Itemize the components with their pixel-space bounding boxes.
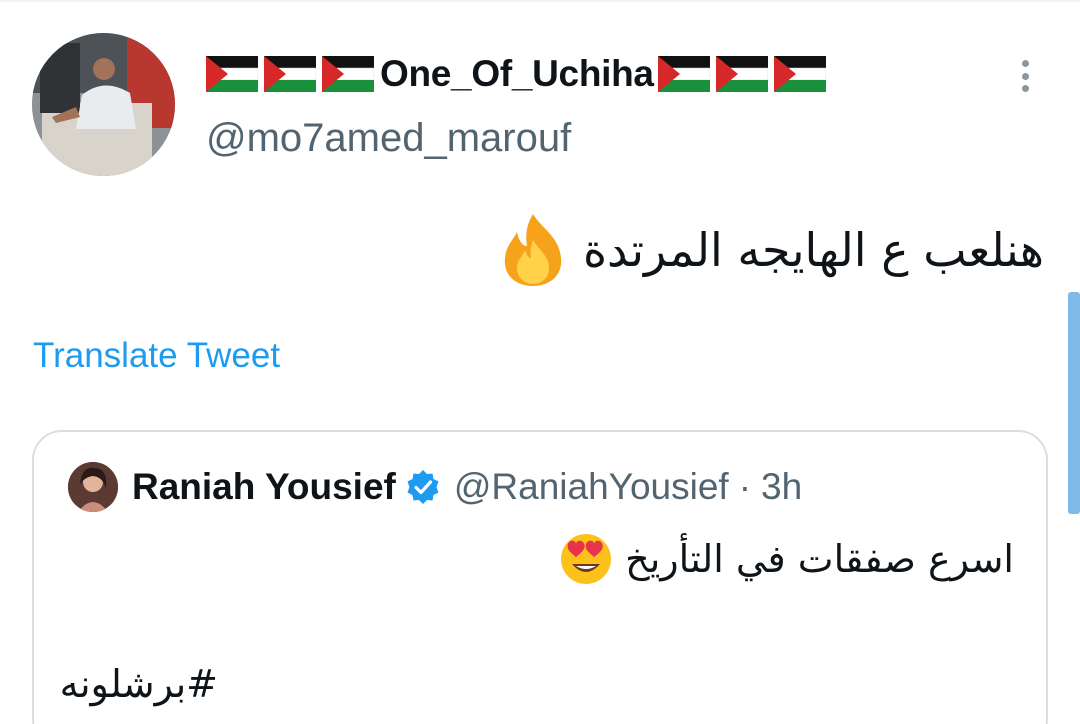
quoted-tweet-timestamp[interactable]: 3h [761,466,802,508]
dot [1021,72,1029,80]
palestine-flag-icon [264,56,316,92]
palestine-flag-icon [715,56,768,92]
author-avatar[interactable] [32,33,175,176]
more-vertical-icon[interactable] [1013,56,1037,96]
author-display-name[interactable]: One_Of_Uchiha [206,52,832,96]
author-handle[interactable]: @mo7amed_marouf [206,116,571,161]
quoted-author-name[interactable]: Raniah Yousief [132,466,396,508]
translate-tweet-link[interactable]: Translate Tweet [33,336,280,376]
quoted-tweet-text: اسرع صفقات في التأريخ [559,532,1014,586]
quoted-author-avatar[interactable] [68,462,118,512]
header-separator: · [738,466,752,507]
quoted-author-handle[interactable]: @RaniahYousief [454,466,729,508]
palestine-flag-icon [773,56,826,92]
scrollbar[interactable] [1068,292,1080,514]
display-name-text: One_Of_Uchiha [380,53,654,94]
quoted-tweet-text-content: اسرع صفقات في التأريخ [625,537,1014,581]
tweet-text: هنلعب ع الهايجه المرتدة [497,212,1044,288]
fire-emoji-icon [497,212,569,288]
heart-eyes-emoji-icon [559,532,613,586]
verified-badge-icon [404,468,442,506]
quoted-tweet-card[interactable]: Raniah Yousief @RaniahYousief · 3h اسرع … [32,430,1048,724]
tweet-text-content: هنلعب ع الهايجه المرتدة [582,223,1044,277]
palestine-flag-icon [206,56,258,92]
dot [1021,60,1029,67]
quoted-tweet-header: Raniah Yousief @RaniahYousief · 3h [132,462,802,512]
palestine-flag-icon [657,56,710,92]
palestine-flag-icon [322,56,374,92]
quoted-tweet-hashtag[interactable]: #برشلونه [60,662,218,706]
dot [1021,85,1029,92]
top-divider [0,0,1080,2]
